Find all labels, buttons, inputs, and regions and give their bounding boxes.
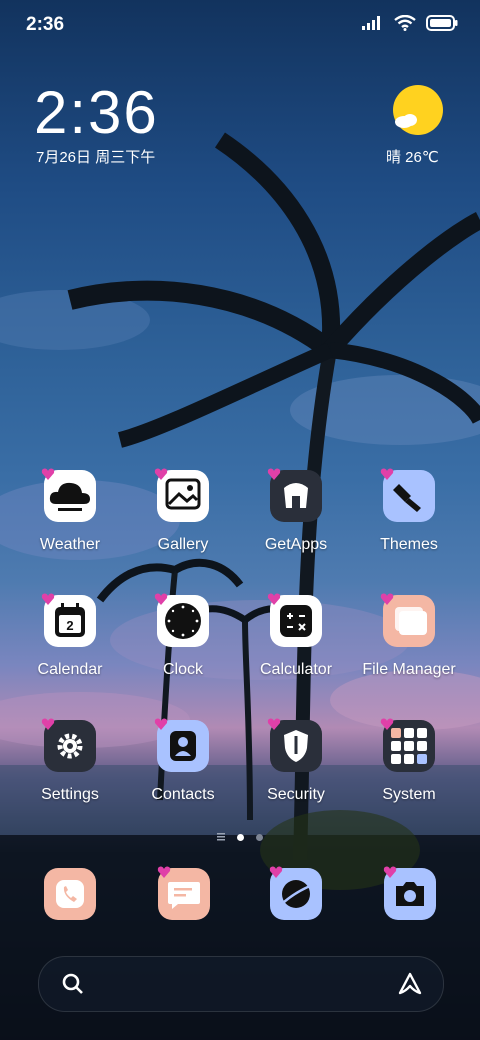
status-icons (362, 15, 458, 31)
heart-badge-icon (269, 866, 283, 878)
heart-badge-icon (154, 468, 168, 480)
app-label: Clock (162, 661, 203, 678)
app-label: Settings (41, 786, 99, 803)
app-label: Calendar (37, 661, 103, 678)
heart-badge-icon (383, 866, 397, 878)
heart-badge-icon (380, 468, 394, 480)
app-calculator[interactable]: Calculator (240, 593, 352, 691)
clock-widget-time[interactable]: 2:36 (34, 78, 159, 147)
heart-badge-icon (380, 593, 394, 605)
wifi-icon (394, 15, 416, 31)
page-dot-active[interactable] (237, 833, 244, 841)
search-icon[interactable] (61, 972, 85, 996)
app-clock[interactable]: Clock (127, 593, 239, 691)
svg-text:2: 2 (66, 618, 73, 633)
app-weather[interactable]: Weather (14, 468, 126, 566)
app-label: Weather (39, 536, 101, 553)
heart-badge-icon (380, 718, 394, 730)
app-settings[interactable]: Settings (14, 718, 126, 816)
app-label: GetApps (264, 536, 328, 553)
app-themes[interactable]: Themes (353, 468, 465, 566)
app-label: File Manager (362, 661, 456, 678)
app-getapps[interactable]: GetApps (240, 468, 352, 566)
sunny-weather-icon[interactable] (392, 84, 444, 136)
app-security[interactable]: Security (240, 718, 352, 816)
heart-badge-icon (41, 718, 55, 730)
heart-badge-icon (267, 593, 281, 605)
heart-badge-icon (154, 593, 168, 605)
weather-widget-text: 晴 26℃ (386, 149, 439, 166)
dock (0, 866, 480, 928)
app-system-folder[interactable]: System (353, 718, 465, 816)
battery-icon (426, 15, 458, 31)
heart-badge-icon (157, 866, 171, 878)
page-dot[interactable] (256, 833, 263, 841)
assistant-icon[interactable] (397, 971, 423, 997)
app-file-manager[interactable]: File Manager (353, 593, 465, 691)
heart-badge-icon (41, 593, 55, 605)
app-contacts[interactable]: Contacts (127, 718, 239, 816)
app-label: Security (267, 786, 325, 803)
app-label: Calculator (259, 661, 333, 678)
heart-badge-icon (41, 468, 55, 480)
app-label: Gallery (157, 536, 209, 553)
heart-badge-icon (154, 718, 168, 730)
app-label: Themes (380, 536, 438, 553)
menu-lines-icon (217, 833, 225, 841)
status-time: 2:36 (26, 14, 65, 35)
status-bar: 2:36 (0, 0, 480, 50)
app-label: System (382, 786, 436, 803)
app-label: Contacts (151, 786, 215, 803)
heart-badge-icon (267, 718, 281, 730)
page-indicator[interactable] (0, 831, 480, 843)
app-gallery[interactable]: Gallery (127, 468, 239, 566)
heart-badge-icon (267, 468, 281, 480)
clock-widget-date: 7月26日 周三下午 (36, 149, 156, 166)
signal-icon (362, 16, 380, 30)
app-calendar[interactable]: 2 Calendar (14, 593, 126, 691)
search-bar[interactable] (38, 956, 444, 1012)
phone-icon[interactable] (44, 868, 96, 920)
